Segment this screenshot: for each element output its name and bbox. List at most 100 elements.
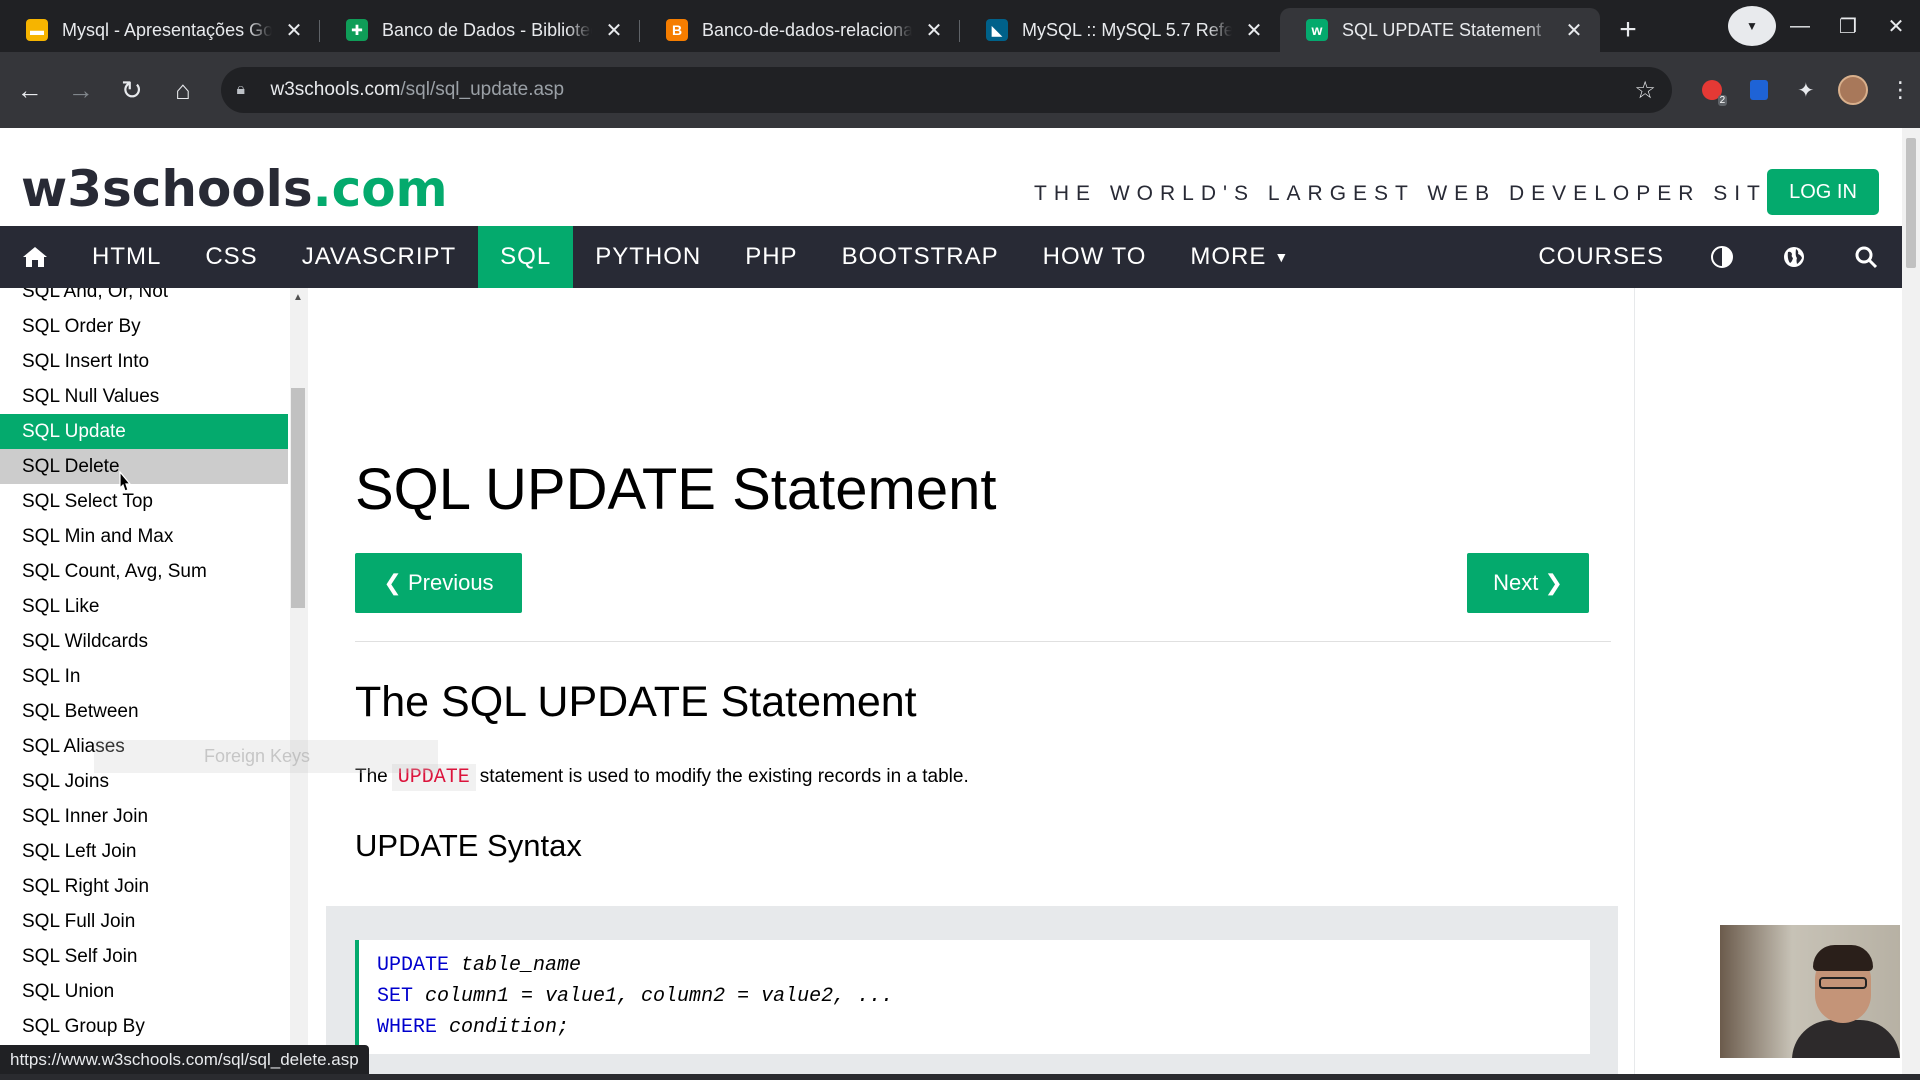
login-button[interactable]: LOG IN [1767,169,1879,215]
sidebar-item[interactable]: SQL Union [0,974,288,1009]
reload-icon[interactable]: ↻ [110,68,153,112]
sidebar: SQL And, Or, Not SQL Order By SQL Insert I… [0,288,288,1074]
sidebar-item[interactable]: SQL Null Values [0,379,288,414]
code-keyword: WHERE [377,1016,438,1039]
nav-item-sql[interactable]: SQL [478,226,574,288]
browser-menu-icon[interactable]: ⋮ [1881,70,1920,110]
profile-avatar[interactable] [1834,70,1873,110]
nav-item-php[interactable]: PHP [723,226,819,288]
nav-item-more[interactable]: MORE ▼ [1168,226,1311,288]
sidebar-item[interactable]: SQL In [0,659,288,694]
tab-search-icon[interactable]: ▼ [1728,6,1776,46]
w3schools-logo[interactable]: w3schools.com [21,160,448,218]
previous-button[interactable]: ❮ Previous [355,553,522,613]
next-button[interactable]: Next ❯ [1467,553,1589,613]
browser-tab[interactable]: w SQL UPDATE Statement ✕ [1280,8,1600,52]
dark-mode-toggle-icon[interactable] [1686,226,1758,288]
browser-tab[interactable]: ✚ Banco de Dados - Bibliotec ✕ [320,8,640,52]
extension-red-icon[interactable]: 2 [1692,70,1731,110]
sidebar-item[interactable]: SQL Group By [0,1009,288,1044]
home-nav-icon[interactable] [0,226,70,288]
bookmark-star-icon[interactable]: ☆ [1634,76,1656,105]
site-tagline: THE WORLD'S LARGEST WEB DEVELOPER SITE [1034,182,1788,205]
address-bar[interactable]: 🔒︎ w3schools.com/sql/sql_update.asp ☆ [220,67,1672,113]
nav-item-python[interactable]: PYTHON [573,226,723,288]
sidebar-item[interactable]: SQL Right Join [0,869,288,904]
nav-item-label: HOW TO [1042,243,1147,270]
sidebar-item[interactable]: SQL Order By [0,309,288,344]
extension-blue-icon[interactable] [1739,70,1778,110]
close-tab-icon[interactable]: ✕ [1562,18,1586,42]
sidebar-item[interactable]: SQL Count, Avg, Sum [0,554,288,589]
drag-ghost-label: Foreign Keys [204,746,311,766]
tab-title: Mysql - Apresentações Goo [62,19,272,40]
search-icon[interactable] [1830,226,1902,288]
sidebar-item[interactable]: SQL Left Join [0,834,288,869]
sidebar-item[interactable]: SQL And, Or, Not [0,288,288,309]
sidebar-item[interactable]: SQL Wildcards [0,624,288,659]
courses-link[interactable]: COURSES [1516,226,1686,288]
nav-item-javascript[interactable]: JAVASCRIPT [280,226,478,288]
extensions-puzzle-icon[interactable]: ✦ [1786,70,1825,110]
sidebar-item[interactable]: SQL Min and Max [0,519,288,554]
code-line: SET column1 = value1, column2 = value2, … [377,981,1590,1012]
nav-item-css[interactable]: CSS [183,226,279,288]
w3schools-icon: w [1306,19,1328,41]
nav-item-bootstrap[interactable]: BOOTSTRAP [820,226,1021,288]
sidebar-item[interactable]: SQL Insert Into [0,344,288,379]
code-text: condition; [437,1016,570,1039]
nav-item-how-to[interactable]: HOW TO [1021,226,1169,288]
code-keyword: SET [377,985,414,1008]
code-keyword: UPDATE [377,954,450,977]
sidebar-scrollbar[interactable]: ▲ [290,288,308,1074]
code-text: table_name [449,954,582,977]
restore-icon[interactable]: ❐ [1824,6,1872,46]
sidebar-item[interactable]: SQL Update [0,414,288,449]
code-block: UPDATE table_name SET column1 = value1, … [355,940,1590,1054]
tab-title: MySQL :: MySQL 5.7 Referen [1022,19,1232,40]
home-icon[interactable]: ⌂ [161,68,204,112]
forward-icon[interactable]: → [59,68,102,112]
back-icon[interactable]: ← [8,68,51,112]
close-tab-icon[interactable]: ✕ [922,18,946,42]
sidebar-item[interactable]: SQL Delete [0,449,288,484]
close-tab-icon[interactable]: ✕ [1242,18,1266,42]
google-slides-icon: ▬ [26,19,48,41]
sidebar-item[interactable]: SQL Self Join [0,939,288,974]
nav-item-label: PHP [745,243,798,270]
sidebar-item[interactable]: SQL Inner Join [0,799,288,834]
minimize-icon[interactable]: — [1776,6,1824,46]
sidebar-item[interactable]: SQL Like [0,589,288,624]
site-header: w3schools.com THE WORLD'S LARGEST WEB DE… [0,128,1902,226]
lock-icon[interactable]: 🔒︎ [237,81,257,99]
close-tab-icon[interactable]: ✕ [602,18,626,42]
nav-item-label: BOOTSTRAP [841,243,999,270]
sidebar-item[interactable]: SQL Full Join [0,904,288,939]
sidebar-scrollbar-thumb[interactable] [291,388,305,608]
close-window-icon[interactable]: ✕ [1872,6,1920,46]
browser-tab[interactable]: ▬ Mysql - Apresentações Goo ✕ [0,8,320,52]
tab-title: Banco de Dados - Bibliotec [382,19,592,40]
browser-tab[interactable]: ◣ MySQL :: MySQL 5.7 Referen ✕ [960,8,1280,52]
scroll-up-icon[interactable]: ▲ [293,292,303,303]
nav-item-label: SQL [500,243,552,270]
webcam-overlay [1720,925,1900,1058]
tab-strip: ▬ Mysql - Apresentações Goo ✕ ✚ Banco de Dad… [0,8,1600,52]
page-scrollbar-thumb[interactable] [1906,138,1916,268]
globe-icon[interactable] [1758,226,1830,288]
nav-item-label: CSS [205,243,258,270]
sidebar-item[interactable]: SQL Between [0,694,288,729]
extension-badge: 2 [1717,95,1728,106]
sidebar-item[interactable]: SQL Select Top [0,484,288,519]
nav-item-html[interactable]: HTML [70,226,183,288]
browser-tab[interactable]: B Banco-de-dados-relaciona ✕ [640,8,960,52]
tab-title: SQL UPDATE Statement [1342,19,1542,40]
section-title: The SQL UPDATE Statement [355,678,917,726]
page-scrollbar[interactable] [1902,128,1920,1074]
divider [355,641,1611,642]
close-tab-icon[interactable]: ✕ [282,18,306,42]
new-tab-button[interactable]: + [1606,8,1650,52]
nav-item-label: PYTHON [595,243,702,270]
mysql-dolphin-icon: ◣ [986,19,1008,41]
sidebar-list: SQL And, Or, Not SQL Order By SQL Insert I… [0,288,288,1044]
